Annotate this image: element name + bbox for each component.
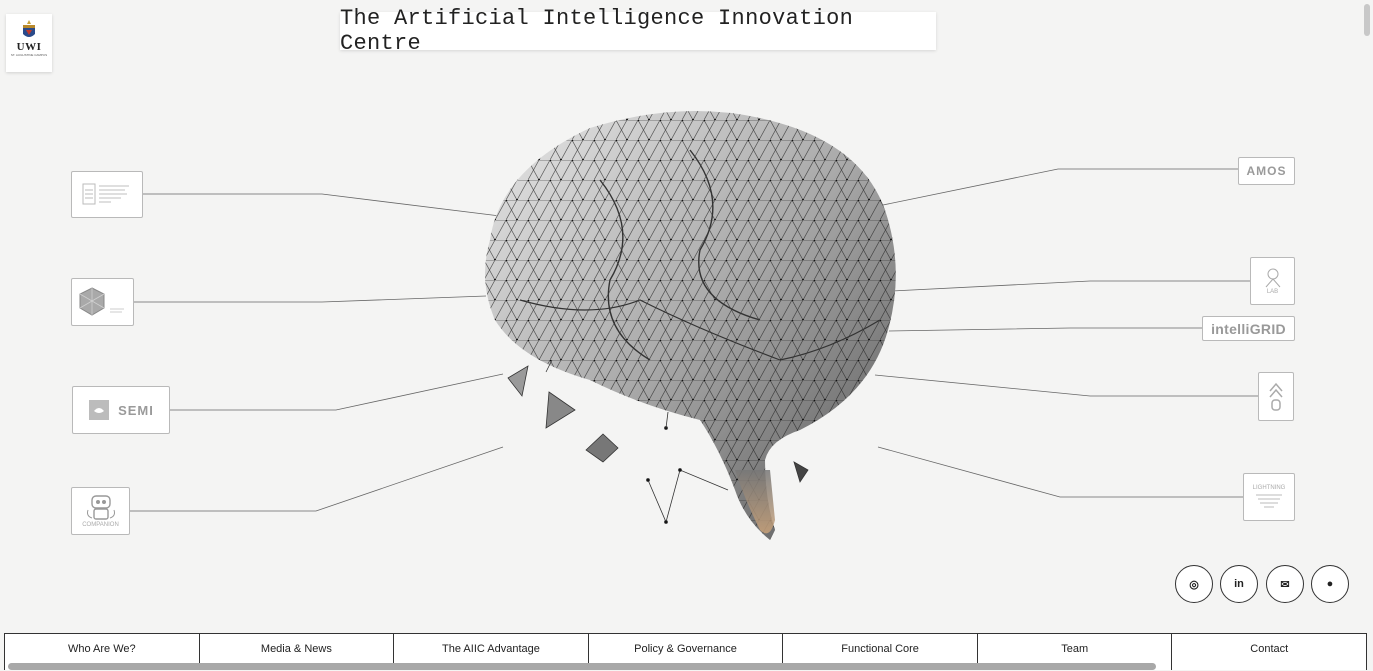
lab-icon: [1265, 268, 1280, 288]
mail-icon: ✉: [1280, 578, 1290, 591]
instagram-icon: ◎: [1189, 578, 1199, 591]
instagram-button[interactable]: ◎: [1175, 565, 1213, 603]
card-cube[interactable]: [71, 278, 134, 326]
mail-button[interactable]: ✉: [1266, 565, 1304, 603]
chevron-up-icon: [1269, 382, 1283, 411]
card-amos[interactable]: AMOS: [1238, 157, 1295, 185]
card-lab[interactable]: LAB: [1250, 257, 1295, 305]
hexagon-icon: [79, 287, 124, 316]
lab-label: LAB: [1266, 289, 1279, 295]
card-chevron[interactable]: [1258, 372, 1294, 421]
robot-icon: [86, 495, 115, 520]
semi-icon: [89, 400, 110, 420]
brain-lines-icon: [1256, 494, 1282, 508]
card-lightning[interactable]: LIGHTNING: [1243, 473, 1295, 521]
semi-label: SEMI: [118, 402, 154, 418]
card-robot[interactable]: COMPANION: [71, 487, 130, 535]
github-icon: ●: [1326, 578, 1334, 590]
intelligrid-label: intelliGRID: [1211, 320, 1286, 337]
github-button[interactable]: ●: [1311, 565, 1349, 603]
brain-illustration: [129, 110, 1258, 541]
nav-contact[interactable]: Contact: [1172, 634, 1368, 670]
card-intelligrid[interactable]: intelliGRID: [1202, 316, 1295, 341]
horizontal-scrollbar[interactable]: [8, 663, 1156, 670]
brain-shape: [485, 110, 896, 541]
card-institute[interactable]: [71, 171, 143, 218]
linkedin-button[interactable]: in: [1220, 565, 1258, 603]
amos-label: AMOS: [1246, 164, 1287, 178]
linkedin-icon: in: [1234, 578, 1244, 590]
robot-label: COMPANION: [82, 522, 119, 528]
card-semi[interactable]: SEMI: [72, 386, 170, 434]
building-icon: [82, 183, 129, 204]
